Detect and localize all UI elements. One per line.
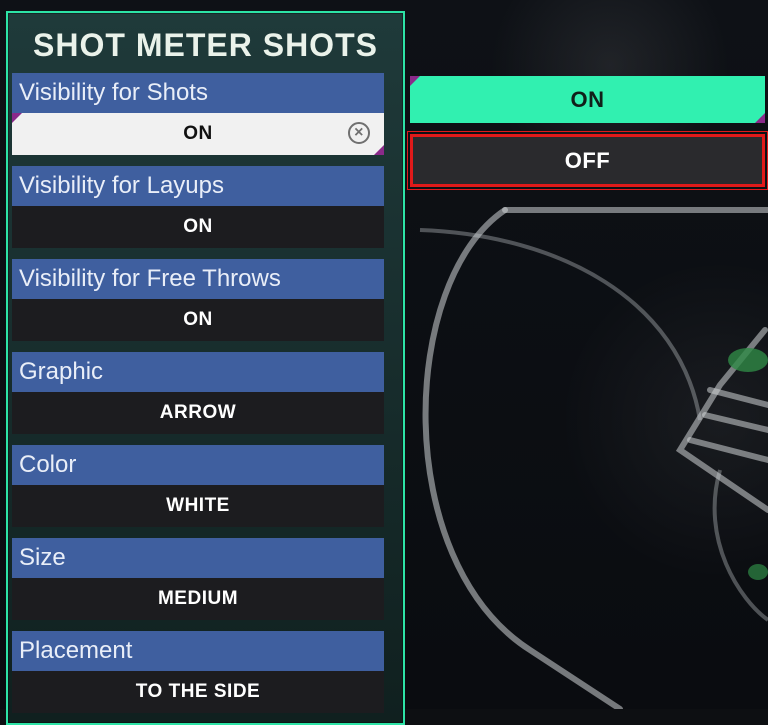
setting-label: Visibility for Layups (12, 166, 384, 206)
setting-label: Visibility for Shots (12, 73, 384, 113)
corner-accent-icon (12, 113, 22, 123)
setting-graphic[interactable]: Graphic ARROW (12, 352, 384, 434)
setting-value[interactable]: ON × (12, 113, 384, 155)
option-list: ON OFF (407, 76, 768, 190)
option-on[interactable]: ON (410, 76, 765, 123)
setting-visibility-layups[interactable]: Visibility for Layups ON (12, 166, 384, 248)
setting-label: Placement (12, 631, 384, 671)
corner-accent-icon (410, 76, 420, 86)
setting-size[interactable]: Size MEDIUM (12, 538, 384, 620)
option-on-label: ON (570, 87, 605, 112)
panel-title: SHOT METER SHOTS (33, 27, 378, 63)
setting-label: Size (12, 538, 384, 578)
corner-accent-icon (374, 145, 384, 155)
setting-label: Graphic (12, 352, 384, 392)
setting-visibility-shots[interactable]: Visibility for Shots ON × (12, 73, 384, 155)
setting-value[interactable]: ON (12, 299, 384, 341)
setting-color[interactable]: Color WHITE (12, 445, 384, 527)
setting-value[interactable]: WHITE (12, 485, 384, 527)
setting-value[interactable]: MEDIUM (12, 578, 384, 620)
setting-value[interactable]: ARROW (12, 392, 384, 434)
setting-label: Visibility for Free Throws (12, 259, 384, 299)
setting-value[interactable]: TO THE SIDE (12, 671, 384, 713)
setting-label: Color (12, 445, 384, 485)
close-icon[interactable]: × (348, 122, 370, 144)
corner-accent-icon (755, 113, 765, 123)
option-off[interactable]: OFF (407, 131, 768, 190)
setting-visibility-free-throws[interactable]: Visibility for Free Throws ON (12, 259, 384, 341)
option-off-label: OFF (564, 148, 611, 173)
setting-value-text: ON (183, 123, 213, 144)
setting-placement[interactable]: Placement TO THE SIDE (12, 631, 384, 713)
setting-value[interactable]: ON (12, 206, 384, 248)
